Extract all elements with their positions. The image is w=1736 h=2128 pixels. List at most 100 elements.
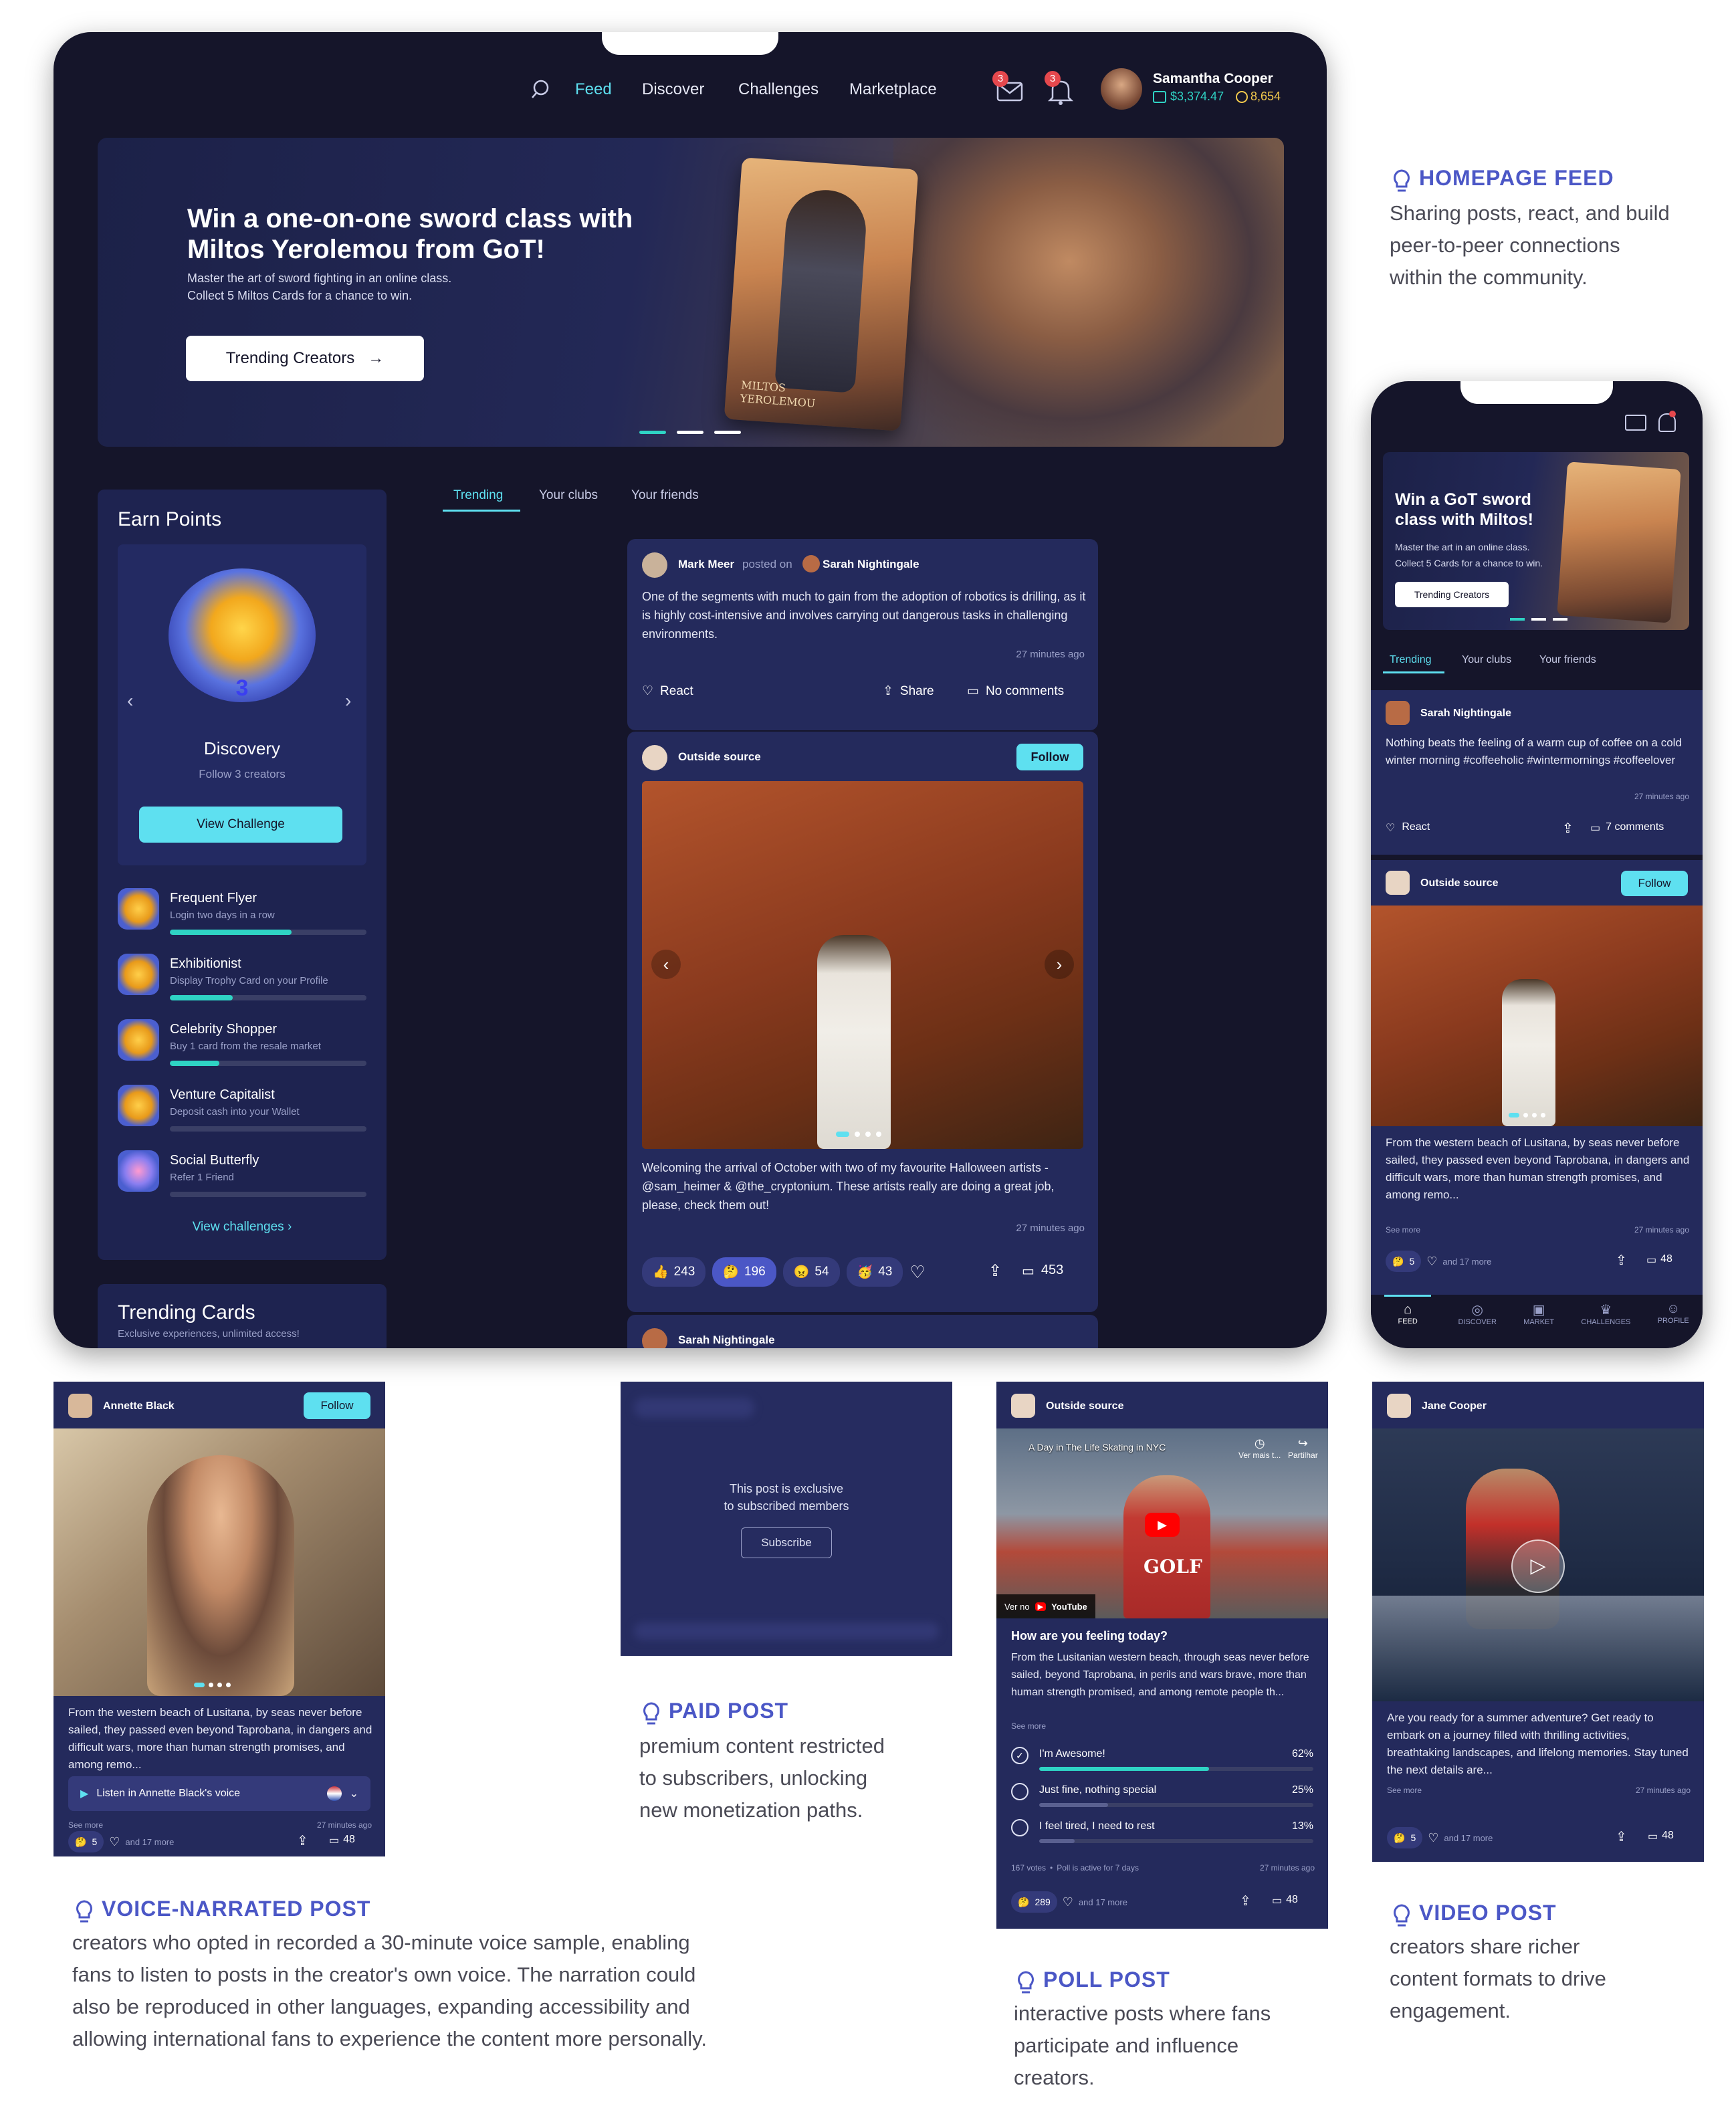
- photo-pager[interactable]: [194, 1683, 231, 1687]
- comments-button[interactable]: ▭ 48: [329, 1834, 355, 1847]
- reaction-summary[interactable]: 🤔 5 ♡ and 17 more: [1387, 1827, 1493, 1848]
- chevron-left-icon[interactable]: ‹: [127, 690, 133, 712]
- reaction-angry[interactable]: 😠 54: [782, 1257, 840, 1287]
- comments-button[interactable]: ▭ 7 comments: [1590, 821, 1664, 835]
- view-challenges-link[interactable]: View challenges ›: [98, 1220, 387, 1235]
- pager-dot[interactable]: [226, 1683, 231, 1687]
- bottom-nav-challenges[interactable]: ♛ CHALLENGES: [1581, 1301, 1630, 1348]
- reaction-party[interactable]: 🥳 43: [846, 1257, 903, 1287]
- watch-later-icon[interactable]: ◷ Ver mais t...: [1238, 1437, 1281, 1460]
- author-avatar[interactable]: [642, 552, 667, 578]
- follow-button[interactable]: Follow: [1621, 871, 1688, 896]
- video-player[interactable]: ▷: [1372, 1428, 1704, 1701]
- mail-icon[interactable]: 3: [992, 71, 1024, 106]
- reaction-summary[interactable]: 🤔 5 ♡ and 17 more: [68, 1831, 174, 1852]
- pager-dot-active[interactable]: [1509, 1113, 1519, 1118]
- reaction-pill[interactable]: 🤔 5: [1386, 1251, 1422, 1272]
- see-more-link[interactable]: See more: [1011, 1721, 1046, 1731]
- comments-button[interactable]: ▭ No comments: [967, 683, 1064, 699]
- mobile-hero-cta[interactable]: Trending Creators: [1395, 582, 1509, 607]
- watch-on-youtube[interactable]: Ver no ▶ YouTube: [996, 1594, 1095, 1618]
- author-avatar[interactable]: [642, 745, 667, 770]
- post-target[interactable]: Sarah Nightingale: [823, 558, 919, 571]
- poll-option[interactable]: Just fine, nothing special 25%: [1011, 1779, 1313, 1812]
- pager-dot-active[interactable]: [1510, 618, 1525, 621]
- photo-pager[interactable]: [1509, 1113, 1545, 1118]
- us-flag-icon[interactable]: [326, 1786, 342, 1801]
- see-more-link[interactable]: See more: [1387, 1786, 1422, 1795]
- pager-dot[interactable]: [855, 1132, 860, 1137]
- chevron-right-icon[interactable]: ›: [1045, 950, 1074, 979]
- post-author[interactable]: Outside source: [1420, 877, 1498, 889]
- follow-button[interactable]: Follow: [1016, 744, 1083, 770]
- share-icon[interactable]: ⇪: [1562, 820, 1574, 837]
- share-video-icon[interactable]: ↪ Partilhar: [1288, 1437, 1318, 1460]
- tab-your-clubs[interactable]: Your clubs: [1462, 654, 1511, 666]
- pager-dot-active[interactable]: [639, 431, 666, 434]
- reaction-summary[interactable]: 🤔 5 ♡ and 17 more: [1386, 1251, 1491, 1272]
- post-author[interactable]: Sarah Nightingale: [1420, 708, 1511, 720]
- user-name[interactable]: Samantha Cooper: [1153, 71, 1273, 87]
- author-avatar[interactable]: [642, 1328, 667, 1348]
- youtube-embed[interactable]: A Day in The Life Skating in NYC ◷ Ver ma…: [996, 1428, 1328, 1618]
- pager-dot-active[interactable]: [194, 1683, 205, 1687]
- post-author[interactable]: Outside source: [1046, 1400, 1123, 1412]
- challenge-item[interactable]: Venture Capitalist Deposit cash into you…: [118, 1085, 366, 1150]
- reaction-pill[interactable]: 🤔 289: [1011, 1891, 1057, 1913]
- bottom-nav-discover[interactable]: ◎ DISCOVER: [1458, 1301, 1496, 1348]
- post-photo[interactable]: [1371, 906, 1703, 1126]
- post-author[interactable]: Annette Black: [103, 1400, 175, 1412]
- pager-dot-active[interactable]: [836, 1132, 849, 1137]
- radio-icon[interactable]: [1011, 1783, 1028, 1800]
- chevron-left-icon[interactable]: ‹: [651, 950, 681, 979]
- chevron-right-icon[interactable]: ›: [345, 690, 351, 712]
- poll-option[interactable]: I feel tired, I need to rest 13%: [1011, 1815, 1313, 1848]
- author-avatar[interactable]: [68, 1394, 92, 1418]
- chevron-down-icon[interactable]: ⌄: [350, 1787, 358, 1800]
- tab-your-friends[interactable]: Your friends: [631, 488, 699, 503]
- share-icon[interactable]: ⇪: [297, 1832, 308, 1849]
- bottom-nav-profile[interactable]: ☺ PROFILE: [1658, 1301, 1689, 1348]
- listen-voice-button[interactable]: ▶ Listen in Annette Black's voice ⌄: [68, 1776, 370, 1811]
- challenge-item[interactable]: Frequent Flyer Login two days in a row: [118, 888, 366, 954]
- add-reaction-icon[interactable]: ♡: [1063, 1895, 1073, 1909]
- author-avatar[interactable]: [1011, 1394, 1035, 1418]
- hero-pager[interactable]: [1510, 618, 1567, 621]
- post-author[interactable]: Sarah Nightingale: [678, 1334, 775, 1347]
- hero-pager[interactable]: [639, 431, 741, 434]
- youtube-play-icon[interactable]: ▶: [1145, 1513, 1180, 1537]
- poll-option[interactable]: ✓ I'm Awesome! 62%: [1011, 1743, 1313, 1776]
- share-icon[interactable]: ⇪: [1616, 1252, 1627, 1269]
- pager-dot[interactable]: [1531, 618, 1546, 621]
- post-photo[interactable]: ‹ ›: [642, 781, 1083, 1149]
- tab-your-clubs[interactable]: Your clubs: [539, 488, 598, 503]
- follow-button[interactable]: Follow: [304, 1392, 370, 1419]
- react-button[interactable]: ♡ React: [642, 683, 693, 699]
- post-author[interactable]: Mark Meer: [678, 558, 734, 571]
- reaction-pill[interactable]: 🤔 5: [1387, 1827, 1423, 1848]
- bottom-nav-market[interactable]: ▣ MARKET: [1523, 1301, 1554, 1348]
- comments-button[interactable]: ▭ 453: [1022, 1263, 1063, 1279]
- bottom-nav-feed[interactable]: ⌂ FEED: [1384, 1295, 1432, 1348]
- add-reaction-icon[interactable]: ♡: [1426, 1255, 1437, 1269]
- subscribe-button[interactable]: Subscribe: [741, 1527, 832, 1558]
- share-icon[interactable]: ⇪: [1240, 1893, 1251, 1909]
- share-icon[interactable]: ⇪: [1616, 1828, 1627, 1845]
- author-avatar[interactable]: [1386, 871, 1410, 895]
- radio-checked-icon[interactable]: ✓: [1011, 1747, 1028, 1764]
- share-icon[interactable]: ⇪: [988, 1261, 1002, 1281]
- pager-dot[interactable]: [714, 431, 741, 434]
- tab-trending[interactable]: Trending: [453, 488, 503, 503]
- mail-icon[interactable]: [1625, 415, 1646, 431]
- reaction-thinking[interactable]: 🤔 196: [712, 1257, 776, 1287]
- pager-dot[interactable]: [209, 1683, 213, 1687]
- see-more-link[interactable]: See more: [1386, 1225, 1420, 1235]
- play-button-icon[interactable]: ▷: [1511, 1539, 1565, 1593]
- reaction-thumbs-up[interactable]: 👍 243: [642, 1257, 706, 1287]
- tab-trending[interactable]: Trending: [1390, 654, 1432, 666]
- add-reaction-icon[interactable]: ♡: [909, 1257, 925, 1287]
- challenge-item[interactable]: Exhibitionist Display Trophy Card on you…: [118, 954, 366, 1019]
- challenge-item[interactable]: Social Butterfly Refer 1 Friend: [118, 1150, 366, 1216]
- pager-dot[interactable]: [1553, 618, 1567, 621]
- add-reaction-icon[interactable]: ♡: [109, 1835, 120, 1849]
